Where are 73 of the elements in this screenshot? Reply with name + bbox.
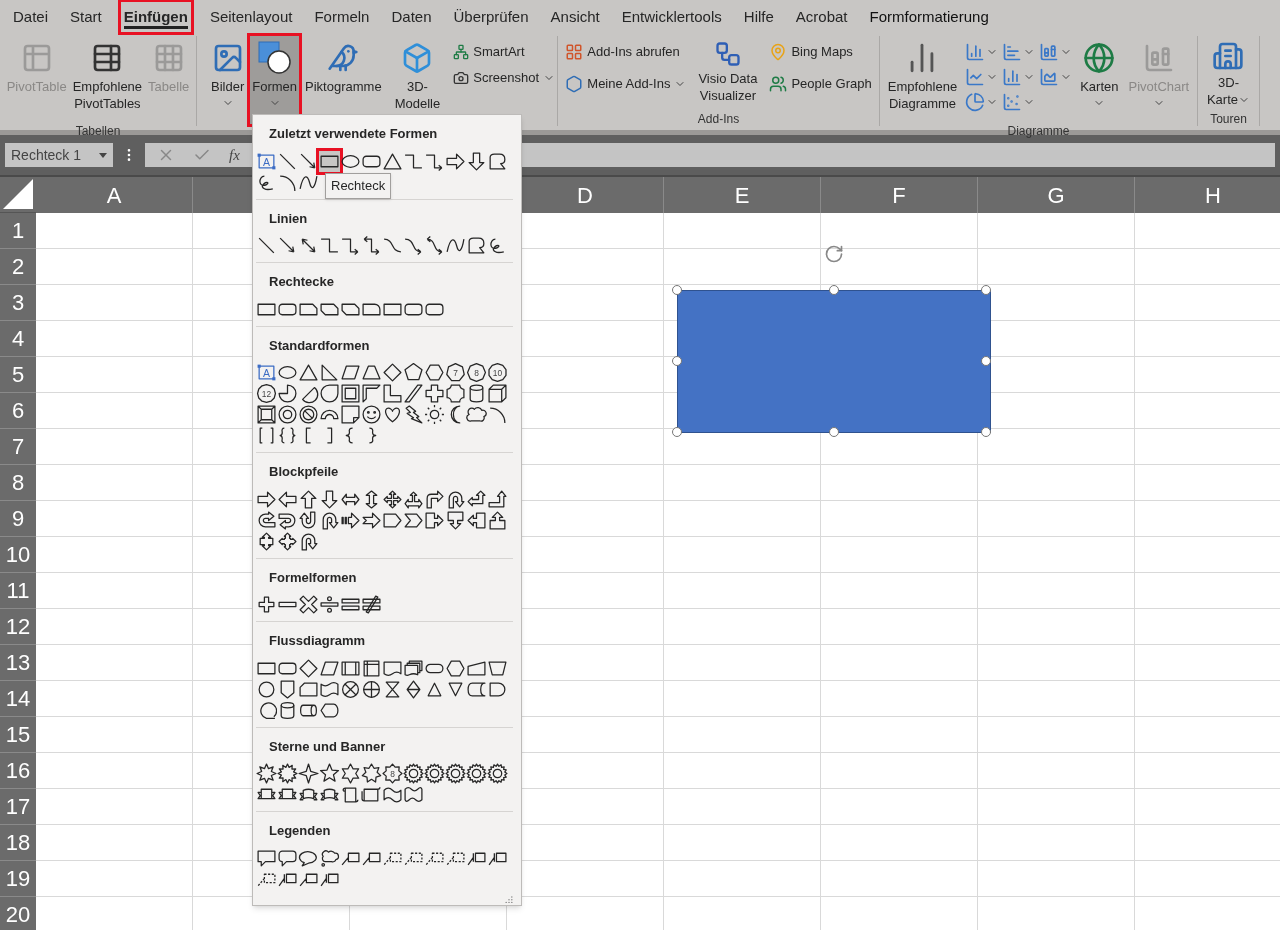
column-header[interactable]: E <box>664 177 821 213</box>
heptagon-icon[interactable]: 7 <box>445 362 466 383</box>
ribbon-tab[interactable]: Entwicklertools <box>618 2 725 32</box>
section-heading: Standardformen <box>268 336 371 355</box>
row-header[interactable]: 7 <box>0 429 36 465</box>
row-header[interactable]: 14 <box>0 681 36 717</box>
row-header[interactable]: 15 <box>0 717 36 753</box>
name-box[interactable]: Rechteck 1 <box>5 143 113 167</box>
group-label: Diagramme <box>1007 124 1070 138</box>
row-header[interactable]: 1 <box>0 213 36 249</box>
function-button[interactable]: fx <box>229 143 240 167</box>
ribbon-button[interactable]: Meine Add-Ins <box>563 72 689 96</box>
section-heading: Blockpfeile <box>268 463 340 481</box>
row-header[interactable]: 17 <box>0 789 36 825</box>
section-heading: Linien <box>268 209 309 228</box>
decagon-icon[interactable]: 10 <box>487 362 508 383</box>
section-heading: Zuletzt verwendete Formen <box>268 125 439 143</box>
star-eight-icon[interactable]: 8 <box>382 763 403 784</box>
row-header[interactable]: 10 <box>0 537 36 573</box>
column-header[interactable]: H <box>1135 177 1280 213</box>
row-header[interactable]: 20 <box>0 897 36 930</box>
ribbon-tab[interactable]: Hilfe <box>740 2 777 32</box>
row-header[interactable]: 8 <box>0 465 36 501</box>
ribbon-tab[interactable]: Überprüfen <box>450 2 532 32</box>
ribbon-button[interactable]: Piktogramme <box>303 36 384 124</box>
ribbon-button[interactable]: 3D- Karte <box>1206 36 1251 108</box>
ribbon-button[interactable]: Karten <box>1078 36 1121 124</box>
column-header[interactable]: A <box>36 177 193 213</box>
column-header[interactable]: G <box>978 177 1135 213</box>
ribbon-tab[interactable]: Ansicht <box>547 2 603 32</box>
ribbon-button[interactable]: Empfohlene Diagramme <box>885 36 960 124</box>
section-heading: Legenden <box>268 822 332 840</box>
section-heading: Rechtecke <box>268 273 336 291</box>
group-label: Tabellen <box>75 124 121 138</box>
row-header[interactable]: 5 <box>0 357 36 393</box>
ribbon-button[interactable]: Screenshot <box>451 66 557 90</box>
section-heading: Sterne und Banner <box>268 737 387 756</box>
row-header[interactable]: 2 <box>0 249 36 285</box>
ribbon-button[interactable]: 3D- Modelle <box>387 36 448 124</box>
row-header[interactable]: 12 <box>0 609 36 645</box>
section-heading: Flussdiagramm <box>268 632 367 650</box>
octagon-icon[interactable]: 8 <box>466 362 487 383</box>
ribbon-button[interactable]: Empfohlene PivotTables <box>70 36 145 124</box>
row-header[interactable]: 19 <box>0 861 36 897</box>
ribbon-tab[interactable]: Seitenlayout <box>206 2 296 32</box>
ribbon-tab[interactable]: Datei <box>10 2 52 32</box>
ribbon-tab[interactable]: Formeln <box>311 2 373 32</box>
ribbon-tab[interactable]: Acrobat <box>792 2 851 32</box>
tooltip: Rechteck <box>325 173 392 199</box>
group-label: Add-Ins <box>697 112 740 126</box>
ribbon-button[interactable]: Bing Maps <box>767 40 874 64</box>
row-header[interactable]: 4 <box>0 321 36 357</box>
row-header[interactable]: 11 <box>0 573 36 609</box>
ribbon-button[interactable]: Add-Ins abrufen <box>563 40 689 64</box>
row-header[interactable]: 6 <box>0 393 36 429</box>
ribbon-button[interactable]: SmartArt <box>451 40 557 64</box>
row-header[interactable]: 16 <box>0 753 36 789</box>
ribbon-button[interactable]: Visio Data Visualizer <box>698 40 758 104</box>
row-header[interactable]: 9 <box>0 501 36 537</box>
ribbon-tab[interactable]: Start <box>67 2 105 32</box>
row-header[interactable]: 18 <box>0 825 36 861</box>
group-label: Touren <box>1210 112 1247 126</box>
dodecagon-icon[interactable]: 12 <box>256 383 277 404</box>
ribbon-tab[interactable]: Daten <box>388 2 435 32</box>
ribbon-button[interactable]: People Graph <box>767 72 874 96</box>
ribbon-button[interactable]: Bilder <box>209 36 247 124</box>
ribbon-tab[interactable]: Formformatierung <box>866 2 992 32</box>
row-header[interactable]: 3 <box>0 285 36 321</box>
textbox-icon[interactable]: A <box>256 362 277 383</box>
column-header[interactable]: F <box>821 177 978 213</box>
section-heading: Formelformen <box>268 568 358 587</box>
ribbon-tab[interactable]: Einfügen <box>120 2 191 32</box>
row-header[interactable]: 13 <box>0 645 36 681</box>
